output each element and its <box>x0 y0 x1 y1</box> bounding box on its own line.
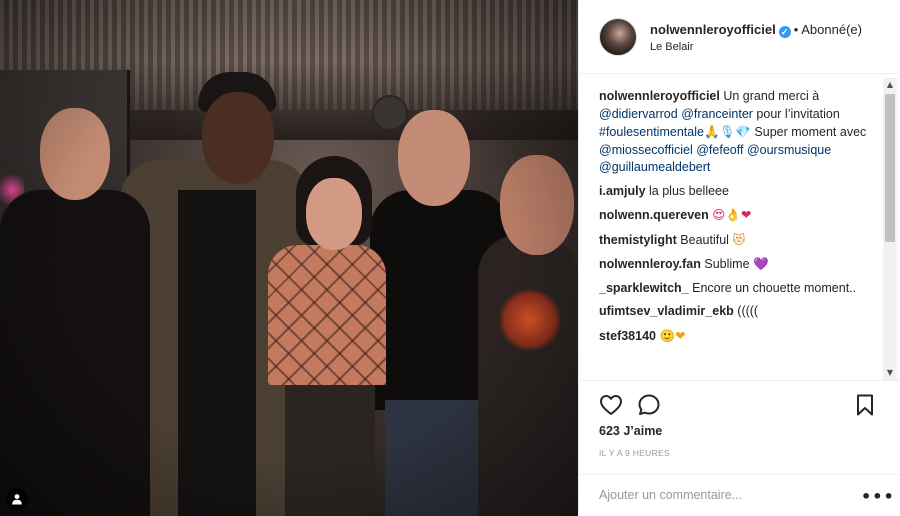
comment-input[interactable] <box>599 485 849 505</box>
post-side-panel: nolwennleroyofficiel ✓ • Abonné(e) Le Belai… <box>578 0 900 516</box>
comment-emojis: 💜 <box>753 256 769 271</box>
author-username[interactable]: nolwennleroyofficiel <box>650 22 776 37</box>
separator-dot: • <box>793 22 799 37</box>
comment-item: stef38140 🙂❤ <box>599 327 883 346</box>
comment-text: Beautiful <box>680 232 729 247</box>
comments-scrollbar[interactable]: ▲ ▼ <box>883 78 897 380</box>
comment-emojis: 🙂❤ <box>659 327 686 343</box>
add-comment-bar: ••• <box>579 474 900 516</box>
mention-link[interactable]: @miossecofficiel <box>599 143 693 157</box>
verified-badge-icon: ✓ <box>778 26 791 38</box>
comment-bubble-icon[interactable] <box>637 393 661 417</box>
comment-item: i.amjuly la plus belleee <box>599 183 883 201</box>
avatar[interactable] <box>599 18 637 56</box>
likes-label: J’aime <box>623 424 663 438</box>
caption-emojis: 🙏🎙💎 <box>703 124 751 139</box>
post-photo[interactable] <box>0 0 578 516</box>
comment-item: nolwenn.quereven 😍👌❤ <box>599 206 883 225</box>
likes-number: 623 <box>599 424 620 438</box>
comment-emojis: 😻 <box>732 231 746 247</box>
comment-item: nolwennleroy.fan Sublime 💜 <box>599 255 883 274</box>
mention-link[interactable]: @guillaumealdebert <box>599 160 710 174</box>
scroll-down-arrow-icon[interactable]: ▼ <box>883 366 897 380</box>
hashtag-link[interactable]: #foulesentimentale <box>599 125 704 139</box>
scrollbar-thumb[interactable] <box>885 94 895 242</box>
header-title-line: nolwennleroyofficiel ✓ • Abonné(e) <box>650 22 862 38</box>
comment-username[interactable]: nolwenn.quereven <box>599 208 709 222</box>
post-actions: 623 J’aime IL Y A 9 HEURES <box>579 380 900 474</box>
comment-item: _sparklewitch_ Encore un chouette moment… <box>599 280 883 298</box>
heart-icon[interactable] <box>599 393 623 417</box>
caption-text: Un grand merci à <box>723 89 820 103</box>
comment-item: ufimtsev_vladimir_ekb ((((( <box>599 303 883 321</box>
comment-username[interactable]: stef38140 <box>599 329 656 343</box>
mention-link[interactable]: @franceinter <box>681 107 753 121</box>
comment-username[interactable]: themistylight <box>599 233 677 247</box>
scroll-up-arrow-icon[interactable]: ▲ <box>883 78 897 92</box>
comment-emojis: 😍👌❤ <box>712 207 752 222</box>
caption-text: pour l’invitation <box>756 106 840 121</box>
location-link[interactable]: Le Belair <box>650 41 693 53</box>
comment-username[interactable]: _sparklewitch_ <box>599 281 689 295</box>
comment-text: la plus belleee <box>649 183 729 198</box>
post-timestamp[interactable]: IL Y A 9 HEURES <box>599 448 670 458</box>
caption: nolwennleroyofficiel Un grand merci à @d… <box>599 88 883 177</box>
mention-link[interactable]: @oursmusique <box>747 143 831 157</box>
likes-count[interactable]: 623 J’aime <box>599 424 662 438</box>
mention-link[interactable]: @didiervarrod <box>599 107 678 121</box>
photo-vignette <box>0 0 578 516</box>
mention-link[interactable]: @fefeoff <box>696 143 743 157</box>
comment-text: Encore un chouette moment.. <box>692 280 857 295</box>
comment-text: Sublime <box>704 257 750 271</box>
caption-username[interactable]: nolwennleroyofficiel <box>599 89 720 103</box>
post-header: nolwennleroyofficiel ✓ • Abonné(e) Le Belai… <box>579 0 900 74</box>
tagged-users-button[interactable] <box>6 488 28 510</box>
comment-username[interactable]: ufimtsev_vladimir_ekb <box>599 304 734 318</box>
bookmark-icon[interactable] <box>853 393 877 417</box>
more-options-icon[interactable]: ••• <box>861 487 895 506</box>
comment-username[interactable]: nolwennleroy.fan <box>599 257 701 271</box>
follow-button[interactable]: Abonné(e) <box>801 22 862 37</box>
comments-list[interactable]: nolwennleroyofficiel Un grand merci à @d… <box>599 88 883 378</box>
user-tag-icon <box>12 494 22 505</box>
caption-text: Super moment avec <box>754 125 867 139</box>
comment-item: themistylight Beautiful 😻 <box>599 231 883 250</box>
comment-username[interactable]: i.amjuly <box>599 184 646 198</box>
comment-text: ((((( <box>737 304 759 318</box>
